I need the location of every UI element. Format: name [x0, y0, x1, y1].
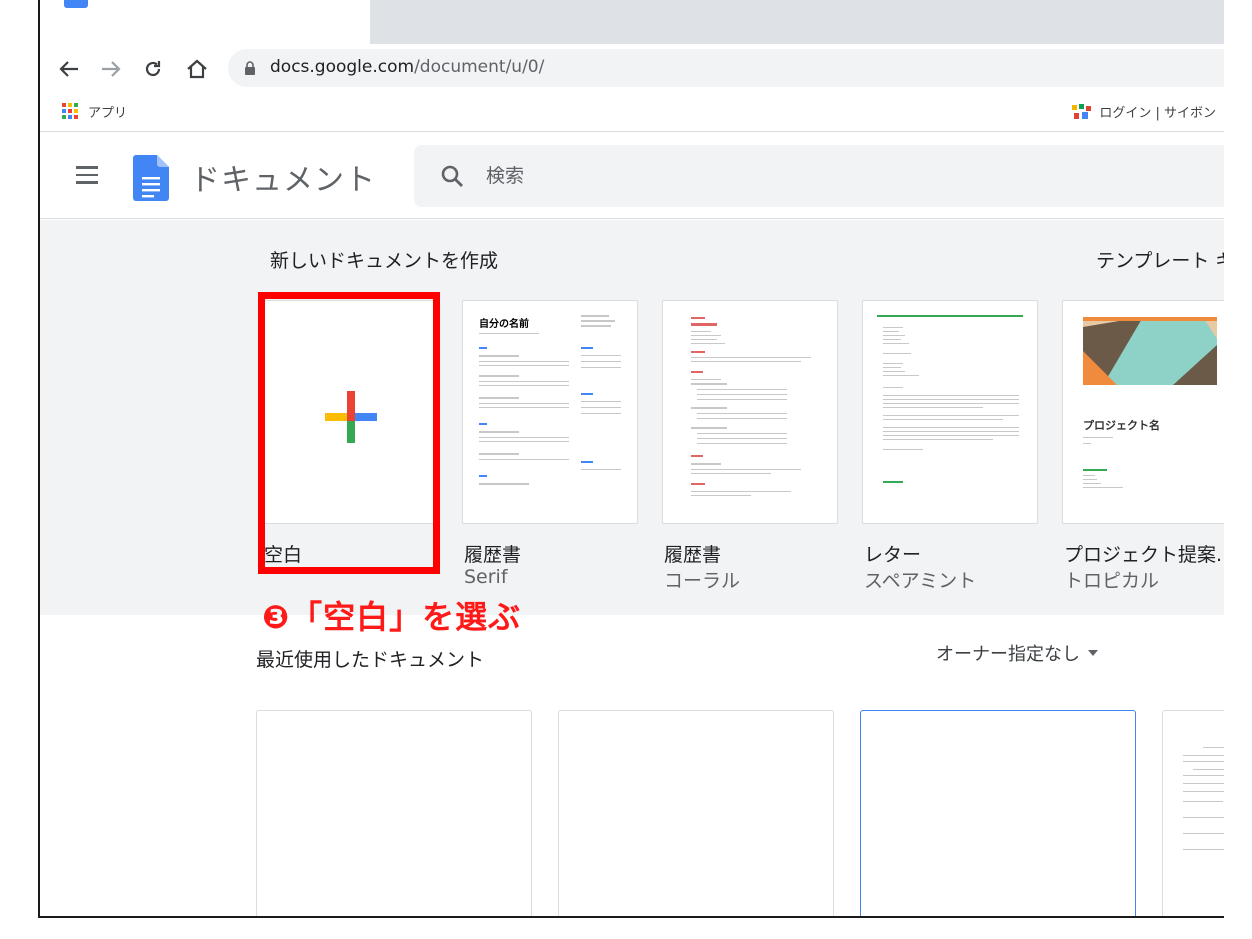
docs-logo-icon[interactable] — [133, 155, 169, 201]
tab-strip — [40, 0, 1224, 44]
cybozu-icon — [1072, 103, 1092, 119]
resume-preview-heading: 自分の名前 — [479, 319, 529, 330]
bookmarks-bar: アプリ ログイン | サイボン — [40, 94, 1224, 132]
owner-filter-dropdown[interactable]: オーナー指定なし — [936, 640, 1098, 666]
search-icon[interactable] — [440, 164, 464, 188]
recent-docs-title: 最近使用したドキュメント — [256, 649, 485, 671]
template-resume-coral-name: 履歴書 — [664, 544, 722, 566]
plus-icon — [325, 391, 377, 443]
template-letter-name: レター — [864, 544, 922, 566]
screenshot-frame: docs.google.com/document/u/0/ アプリ ログイン |… — [38, 0, 1224, 918]
template-gallery: 新しいドキュメントを作成 テンプレート ギ 空白 自分の名前 履歴書 Serif… — [40, 220, 1224, 615]
url-path: /document/u/0/ — [414, 57, 545, 77]
step-number-marker: ❸ — [262, 598, 291, 636]
cybozu-bookmark[interactable]: ログイン | サイボン — [1071, 102, 1216, 121]
recent-doc-card[interactable] — [256, 710, 532, 916]
main-menu-icon[interactable] — [76, 166, 98, 184]
project-tropical-preview: プロジェクト名 — [1063, 301, 1224, 523]
gallery-title: 新しいドキュメントを作成 — [270, 250, 499, 272]
app-title: ドキュメント — [190, 163, 376, 198]
resume-serif-preview: 自分の名前 — [463, 301, 637, 523]
template-blank-name: 空白 — [264, 544, 303, 566]
docs-tab-icon — [64, 0, 88, 8]
recent-doc-card[interactable] — [558, 710, 834, 916]
template-resume-coral[interactable] — [662, 300, 838, 524]
browser-toolbar: docs.google.com/document/u/0/ — [40, 44, 1224, 94]
url-host: docs.google.com — [270, 57, 415, 77]
template-gallery-button[interactable]: テンプレート ギ — [1096, 246, 1224, 273]
caret-down-icon — [1088, 650, 1098, 656]
apps-bookmark[interactable]: アプリ — [88, 102, 127, 121]
cybozu-bookmark-label: ログイン | サイボン — [1099, 106, 1216, 121]
recent-doc-card[interactable] — [860, 710, 1136, 916]
back-arrow-icon[interactable] — [54, 54, 84, 84]
apps-grid-icon[interactable] — [62, 103, 78, 119]
active-tab[interactable] — [40, 0, 370, 44]
template-resume-serif-sub: Serif — [464, 566, 508, 588]
project-preview-heading: プロジェクト名 — [1083, 419, 1160, 432]
template-letter-spearmint[interactable] — [862, 300, 1038, 524]
url-text: docs.google.com/document/u/0/ — [270, 57, 544, 77]
letter-spearmint-preview — [863, 301, 1037, 523]
template-project-name: プロジェクト提案... — [1064, 544, 1224, 566]
template-project-tropical[interactable]: プロジェクト名 — [1062, 300, 1224, 524]
search-bar[interactable] — [414, 145, 1224, 207]
recent-doc-card[interactable] — [1162, 710, 1224, 916]
address-bar[interactable]: docs.google.com/document/u/0/ — [228, 49, 1224, 87]
template-project-sub: トロピカル — [1064, 570, 1160, 592]
template-letter-sub: スペアミント — [864, 570, 977, 592]
step-annotation: ❸「空白」を選ぶ — [262, 592, 521, 638]
resume-coral-preview — [663, 301, 837, 523]
template-blank[interactable] — [262, 300, 438, 524]
search-input[interactable] — [486, 161, 886, 191]
step-annotation-text: 「空白」を選ぶ — [290, 598, 522, 636]
tropical-graphic-icon — [1083, 317, 1217, 385]
docs-header: ドキュメント — [40, 133, 1224, 219]
recent-doc-preview — [1163, 711, 1224, 916]
forward-arrow-icon[interactable] — [96, 54, 126, 84]
template-resume-serif[interactable]: 自分の名前 — [462, 300, 638, 524]
owner-filter-label: オーナー指定なし — [936, 644, 1080, 665]
template-resume-serif-name: 履歴書 — [464, 544, 522, 566]
home-icon[interactable] — [182, 54, 212, 84]
template-resume-coral-sub: コーラル — [664, 570, 741, 592]
reload-icon[interactable] — [138, 54, 168, 84]
lock-icon — [245, 61, 255, 75]
